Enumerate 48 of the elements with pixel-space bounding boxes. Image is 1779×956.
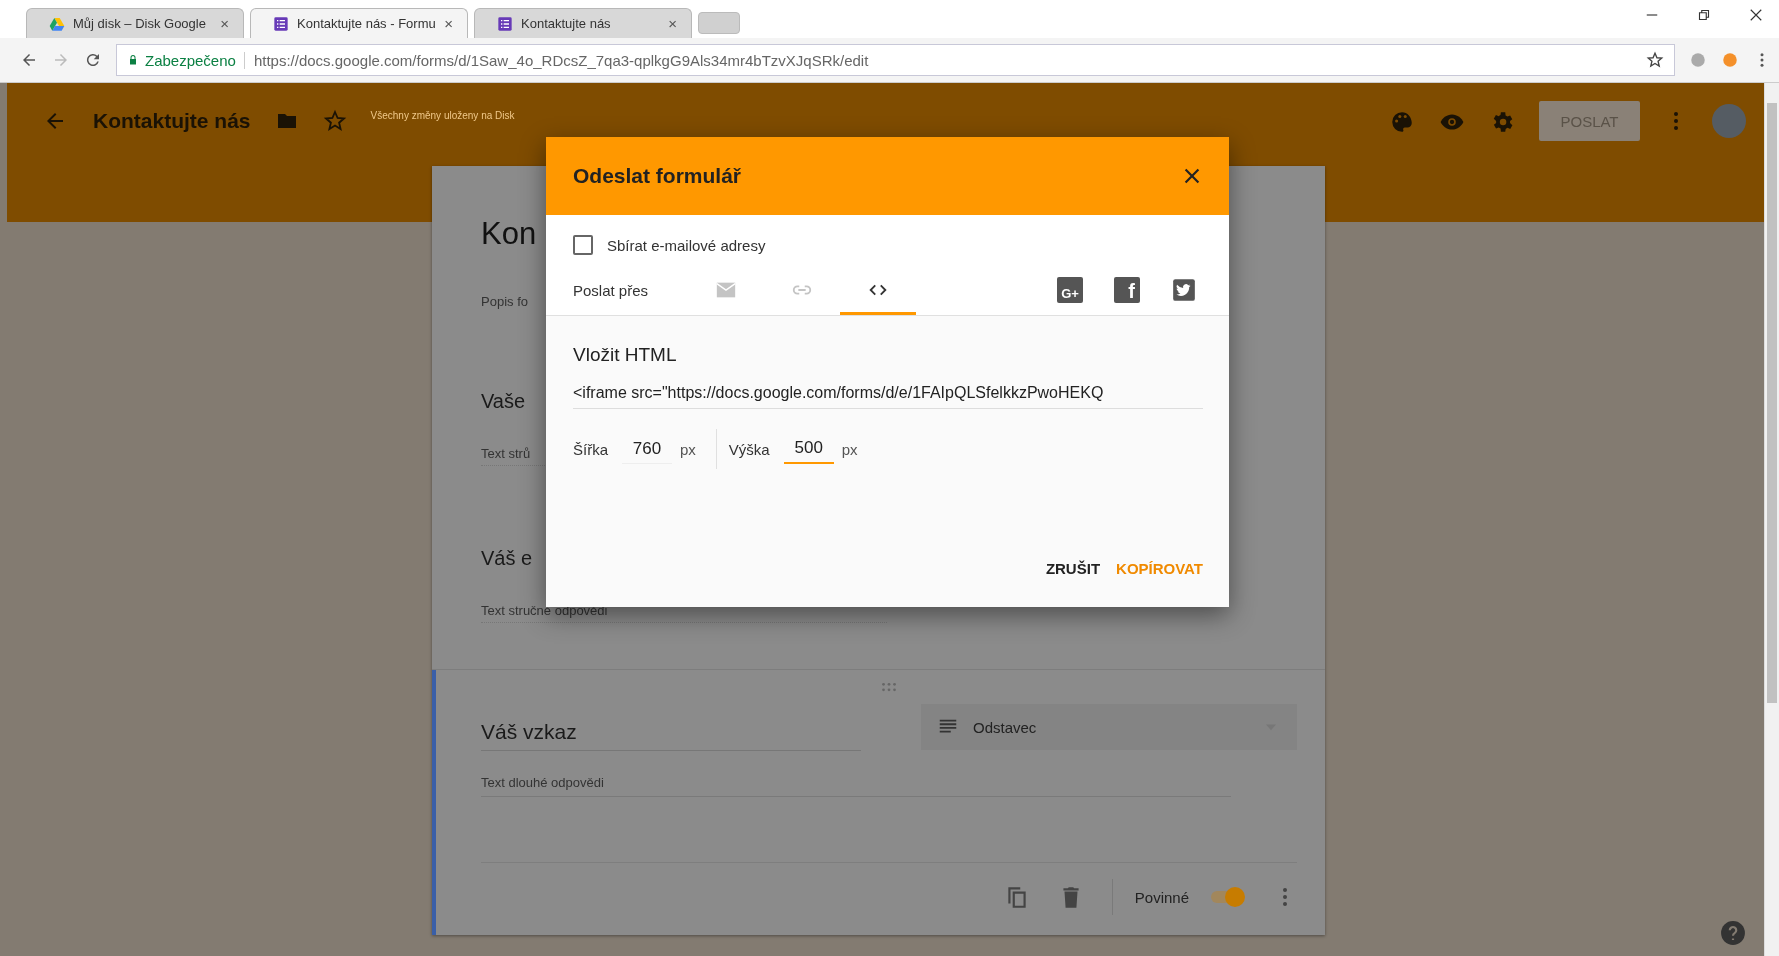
g-plus-icon[interactable]: G+ — [1057, 277, 1083, 303]
reload-icon[interactable] — [84, 51, 102, 69]
close-tab-button[interactable]: × — [444, 15, 453, 32]
checkbox[interactable] — [573, 235, 593, 255]
save-status: Všechny změny uloženy na Disk — [370, 109, 516, 123]
star-icon[interactable] — [1646, 51, 1664, 69]
checkbox-label: Sbírat e-mailové adresy — [607, 236, 766, 254]
f-letter-icon[interactable]: f — [1114, 277, 1140, 303]
required-toggle[interactable] — [1209, 886, 1245, 908]
close-tab-button[interactable]: × — [220, 15, 229, 32]
url-text: https://docs.google.com/forms/d/1Saw_4o_RDcsZ_7qa3-qplkgG9Als34mr4bTzvXJqSRk/edit — [252, 51, 870, 69]
address-field[interactable]: Zabezpečeno https://docs.google.com/forms/d/1Saw_4o_RDcsZ_7qa3-qplkgG9Als34mr4bTzvXJqSRk/edit — [116, 44, 1675, 76]
triangle-logo-icon — [49, 15, 65, 32]
close-tab-button[interactable]: × — [668, 15, 677, 32]
question-type-dropdown[interactable]: Odstavec — [921, 704, 1297, 750]
scrollbar-thumb[interactable] — [1767, 103, 1777, 703]
dimension-label: Šířka — [573, 440, 608, 458]
unit-label: px — [841, 440, 858, 458]
dropdown-value: Odstavec — [973, 718, 1038, 736]
help-icon[interactable] — [1720, 920, 1746, 946]
security-label: Zabezpečeno — [145, 51, 245, 69]
star-icon[interactable] — [322, 109, 347, 133]
embed-code-field[interactable]: <iframe src="https://docs.google.com/forms/d/e/1FAIpQLSfelkkzPwoHEKQ — [573, 384, 1203, 409]
tab-title: Kontaktujte nás - Formu — [297, 16, 437, 31]
browser-tab[interactable]: Kontaktujte nás × — [474, 8, 692, 38]
answer-field: Text dlouhé odpovědi — [481, 775, 1231, 797]
form-icon — [497, 15, 513, 32]
question-title-field[interactable]: Váš vzkaz — [481, 704, 861, 751]
browser-tab[interactable]: Kontaktujte nás - Formu × — [250, 8, 468, 38]
lock-icon — [127, 54, 139, 66]
tab-title: Kontaktujte nás — [521, 16, 612, 31]
dimension-field[interactable]: 760 — [622, 434, 672, 464]
bird-icon[interactable] — [1171, 277, 1197, 303]
browser-tab[interactable]: Můj disk – Disk Google × — [26, 8, 244, 38]
forward-arrow-icon[interactable] — [52, 51, 70, 69]
scrollbar[interactable] — [1764, 83, 1779, 956]
circle-icon[interactable] — [1721, 51, 1739, 69]
unit-label: px — [680, 440, 696, 458]
section-title: Vložit HTML — [573, 344, 678, 366]
tab-title: Můj disk – Disk Google — [73, 16, 207, 31]
send-via-label: Poslat přes — [573, 281, 650, 299]
form-icon — [273, 15, 289, 32]
cancel-button[interactable]: ZRUŠIT — [1045, 554, 1101, 583]
palette-icon[interactable] — [1389, 109, 1415, 135]
dimension-field[interactable]: 500 — [783, 434, 834, 464]
required-label: Povinné — [1134, 888, 1189, 906]
dimension-label: Výška — [728, 440, 770, 458]
dialog-title: Odeslat formulář — [573, 164, 743, 188]
